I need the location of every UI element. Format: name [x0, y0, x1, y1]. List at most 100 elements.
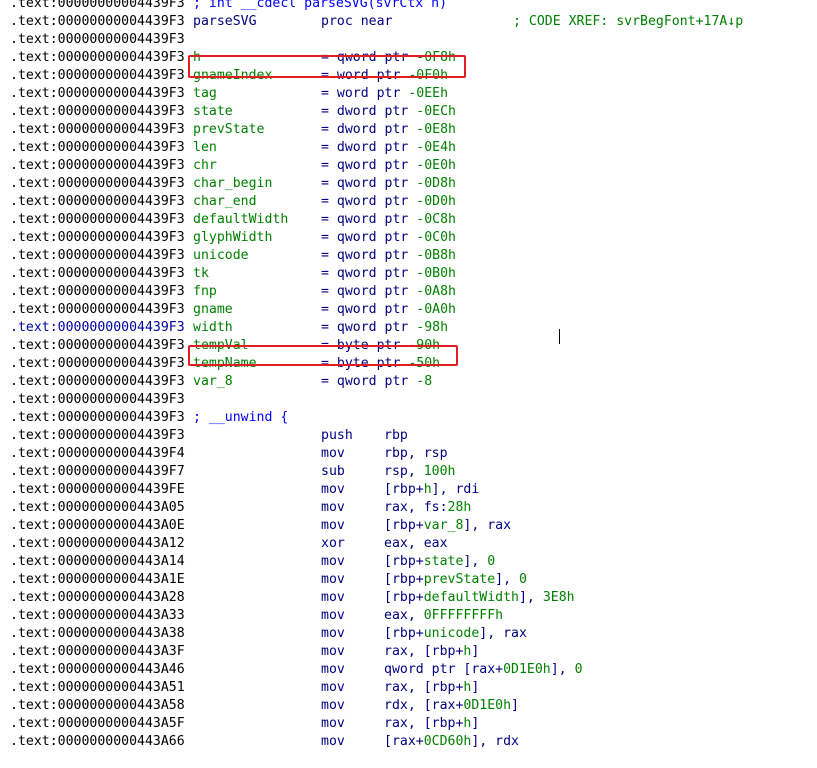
instruction-operands[interactable]: [rbp+prevState], 0	[384, 571, 527, 589]
instruction-mnemonic[interactable]: mov	[321, 481, 345, 499]
listing-line[interactable]: .text:0000000000443A0E mov [rbp+var_8], ra…	[0, 517, 817, 535]
line-address[interactable]: .text:00000000004439F3	[10, 175, 185, 193]
instruction-mnemonic[interactable]: mov	[321, 661, 345, 679]
line-address[interactable]: .text:00000000004439F7	[10, 463, 185, 481]
listing-line[interactable]: .text:0000000000443A28 mov [rbp+defaultWid…	[0, 589, 817, 607]
line-address[interactable]: .text:0000000000443A14	[10, 553, 185, 571]
line-address[interactable]: .text:00000000004439F3	[10, 283, 185, 301]
line-address[interactable]: .text:0000000000443A38	[10, 625, 185, 643]
listing-line[interactable]: .text:00000000004439F3 glyphWidth = qword …	[0, 229, 817, 247]
proc-name[interactable]: parseSVG	[193, 13, 257, 31]
listing-line[interactable]: .text:00000000004439F3 ; __unwind {	[0, 409, 817, 427]
listing-line[interactable]: .text:0000000000443A3F mov rax, [rbp+h]	[0, 643, 817, 661]
local-var-name[interactable]: h	[193, 49, 201, 67]
local-var-name[interactable]: glyphWidth	[193, 229, 272, 247]
listing-line[interactable]: .text:00000000004439F3 state = dword ptr -…	[0, 103, 817, 121]
instruction-operands[interactable]: [rbp+state], 0	[384, 553, 495, 571]
instruction-operands[interactable]: rax, fs:28h	[384, 499, 471, 517]
instruction-operands[interactable]: [rbp+unicode], rax	[384, 625, 527, 643]
line-address[interactable]: .text:00000000004439F3	[10, 373, 185, 391]
instruction-mnemonic[interactable]: sub	[321, 463, 345, 481]
line-address[interactable]: .text:00000000004439F3	[10, 0, 185, 13]
instruction-mnemonic[interactable]: mov	[321, 517, 345, 535]
local-var-name[interactable]: unicode	[193, 247, 249, 265]
listing-line[interactable]: .text:0000000000443A51 mov rax, [rbp+h]	[0, 679, 817, 697]
listing-line[interactable]: .text:0000000000443A38 mov [rbp+unicode], …	[0, 625, 817, 643]
line-address[interactable]: .text:0000000000443A0E	[10, 517, 185, 535]
line-address[interactable]: .text:0000000000443A1E	[10, 571, 185, 589]
instruction-operands[interactable]: [rbp+defaultWidth], 3E8h	[384, 589, 575, 607]
listing-line[interactable]: .text:00000000004439F3 defaultWidth = qwor…	[0, 211, 817, 229]
listing-line[interactable]: .text:00000000004439F3 tempName = byte ptr…	[0, 355, 817, 373]
local-var-name[interactable]: state	[193, 103, 233, 121]
line-address[interactable]: .text:00000000004439F3	[10, 337, 185, 355]
instruction-operands[interactable]: eax, eax	[384, 535, 448, 553]
instruction-mnemonic[interactable]: mov	[321, 589, 345, 607]
local-var-name[interactable]: chr	[193, 157, 217, 175]
local-var-name[interactable]: gname	[193, 301, 233, 319]
instruction-operands[interactable]: rsp, 100h	[384, 463, 455, 481]
listing-line[interactable]: .text:0000000000443A46 mov qword ptr [rax+…	[0, 661, 817, 679]
listing-line[interactable]: .text:00000000004439F7 sub rsp, 100h	[0, 463, 817, 481]
listing-line[interactable]: .text:00000000004439F3 tempVal = byte ptr …	[0, 337, 817, 355]
local-var-name[interactable]: fnp	[193, 283, 217, 301]
listing-line[interactable]: .text:00000000004439F3 tk = qword ptr -0B0…	[0, 265, 817, 283]
local-var-name[interactable]: char_begin	[193, 175, 272, 193]
line-address[interactable]: .text:00000000004439F3	[10, 211, 185, 229]
listing-line[interactable]: .text:00000000004439F3 h = qword ptr -0F8h	[0, 49, 817, 67]
line-address[interactable]: .text:00000000004439F3	[10, 301, 185, 319]
instruction-mnemonic[interactable]: mov	[321, 733, 345, 751]
local-var-name[interactable]: char_end	[193, 193, 257, 211]
line-address[interactable]: .text:00000000004439F4	[10, 445, 185, 463]
line-address[interactable]: .text:0000000000443A28	[10, 589, 185, 607]
line-address[interactable]: .text:00000000004439F3	[10, 157, 185, 175]
instruction-operands[interactable]: rax, [rbp+h]	[384, 679, 479, 697]
instruction-mnemonic[interactable]: mov	[321, 499, 345, 517]
line-address[interactable]: .text:0000000000443A3F	[10, 643, 185, 661]
listing-line[interactable]: .text:00000000004439F3 gname = qword ptr -…	[0, 301, 817, 319]
line-address[interactable]: .text:00000000004439F3	[10, 13, 185, 31]
instruction-operands[interactable]: eax, 0FFFFFFFFh	[384, 607, 503, 625]
instruction-operands[interactable]: [rax+0CD60h], rdx	[384, 733, 519, 751]
instruction-operands[interactable]: qword ptr [rax+0D1E0h], 0	[384, 661, 583, 679]
listing-line[interactable]: .text:0000000000443A5F mov rax, [rbp+h]	[0, 715, 817, 733]
line-address[interactable]: .text:00000000004439F3	[10, 103, 185, 121]
instruction-mnemonic[interactable]: mov	[321, 715, 345, 733]
instruction-operands[interactable]: rax, [rbp+h]	[384, 715, 479, 733]
local-var-name[interactable]: tag	[193, 85, 217, 103]
instruction-operands[interactable]: [rbp+var_8], rax	[384, 517, 511, 535]
line-address[interactable]: .text:00000000004439F3	[10, 265, 185, 283]
instruction-mnemonic[interactable]: mov	[321, 625, 345, 643]
instruction-mnemonic[interactable]: push	[321, 427, 353, 445]
line-address[interactable]: .text:00000000004439F3	[10, 49, 185, 67]
line-address[interactable]: .text:00000000004439F3	[10, 67, 185, 85]
listing-line[interactable]: .text:00000000004439F3 var_8 = qword ptr -…	[0, 373, 817, 391]
line-address[interactable]: .text:00000000004439F3	[10, 31, 185, 49]
line-address[interactable]: .text:0000000000443A5F	[10, 715, 185, 733]
line-address[interactable]: .text:00000000004439F3	[10, 391, 185, 409]
line-address[interactable]: .text:0000000000443A33	[10, 607, 185, 625]
local-var-name[interactable]: gnameIndex	[193, 67, 272, 85]
line-address[interactable]: .text:0000000000443A05	[10, 499, 185, 517]
listing-line[interactable]: .text:0000000000443A58 mov rdx, [rax+0D1E0…	[0, 697, 817, 715]
listing-line[interactable]: .text:00000000004439F3 parseSVG proc near;…	[0, 13, 817, 31]
listing-line[interactable]: .text:00000000004439F4 mov rbp, rsp	[0, 445, 817, 463]
instruction-operands[interactable]: rbp, rsp	[384, 445, 448, 463]
listing-line[interactable]: .text:0000000000443A1E mov [rbp+prevState]…	[0, 571, 817, 589]
listing-line[interactable]: .text:00000000004439FE mov [rbp+h], rdi	[0, 481, 817, 499]
local-var-name[interactable]: tk	[193, 265, 209, 283]
line-address[interactable]: .text:00000000004439F3	[10, 319, 185, 337]
listing-line[interactable]: .text:00000000004439F3 push rbp	[0, 427, 817, 445]
listing-line[interactable]: .text:00000000004439F3 width = qword ptr -…	[0, 319, 817, 337]
line-address[interactable]: .text:00000000004439F3	[10, 427, 185, 445]
instruction-mnemonic[interactable]: mov	[321, 445, 345, 463]
line-address[interactable]: .text:00000000004439F3	[10, 85, 185, 103]
instruction-mnemonic[interactable]: xor	[321, 535, 345, 553]
line-address[interactable]: .text:0000000000443A58	[10, 697, 185, 715]
listing-line[interactable]: .text:00000000004439F3 prevState = dword p…	[0, 121, 817, 139]
listing-line[interactable]: .text:00000000004439F3 ; int __cdecl pars…	[0, 0, 817, 13]
local-var-name[interactable]: defaultWidth	[193, 211, 288, 229]
listing-line[interactable]: .text:00000000004439F3 char_end = qword pt…	[0, 193, 817, 211]
line-address[interactable]: .text:00000000004439F3	[10, 193, 185, 211]
disassembly-listing[interactable]: .text:00000000004439F3 ; int __cdecl pars…	[0, 0, 817, 751]
